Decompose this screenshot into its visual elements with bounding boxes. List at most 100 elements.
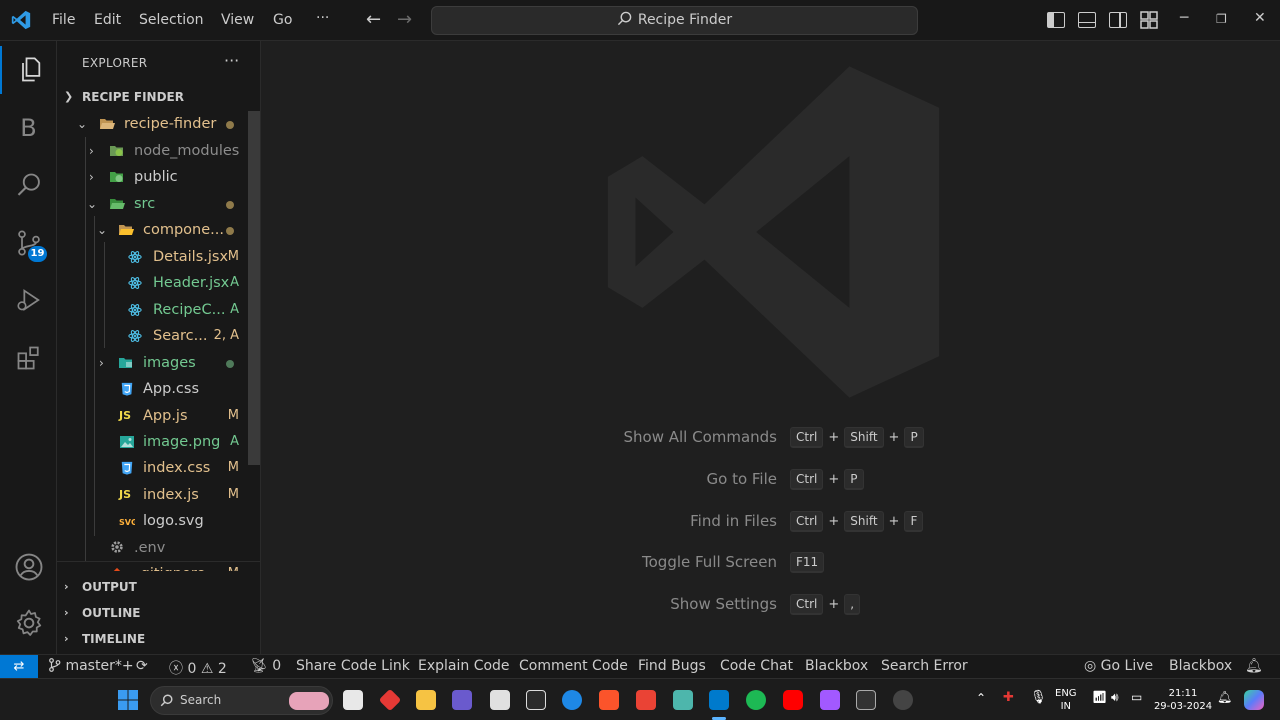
tree-file-logo-svg[interactable]: SVG logo.svg	[57, 508, 247, 534]
toggle-secondary-sidebar-icon[interactable]	[1109, 12, 1127, 28]
node-folder-icon	[110, 146, 123, 156]
code-chat-button[interactable]: Code Chat	[720, 658, 793, 674]
explorer-activity[interactable]	[0, 46, 57, 94]
back-arrow-icon[interactable]: ←	[366, 9, 381, 30]
manage-activity[interactable]	[0, 599, 57, 647]
wifi-icon[interactable]: 📶︎	[1092, 691, 1107, 704]
tree-folder-components[interactable]: ⌄ compone...	[57, 217, 247, 243]
language-indicator[interactable]: ENG IN	[1055, 687, 1077, 713]
sync-changes-icon[interactable]: ⟳	[136, 658, 148, 674]
tray-overflow-chevron-icon[interactable]: ⌃	[976, 692, 986, 705]
restore-icon[interactable]: ❐	[1216, 12, 1227, 26]
settings-app-icon[interactable]	[893, 690, 913, 710]
notion-app-icon[interactable]	[490, 690, 510, 710]
menu-edit[interactable]: Edit	[94, 12, 121, 28]
toggle-primary-sidebar-icon[interactable]	[1047, 12, 1065, 28]
anydesk-app-icon[interactable]	[378, 688, 402, 712]
windows-start-icon[interactable]	[118, 690, 138, 710]
battery-icon[interactable]: ▭	[1131, 691, 1142, 704]
close-icon[interactable]: ✕	[1254, 10, 1266, 26]
tree-folder-recipe-finder[interactable]: ⌄ recipe-finder	[57, 111, 247, 137]
clock[interactable]: 21:11 29-03-2024	[1153, 687, 1213, 713]
store-app-icon[interactable]	[343, 690, 363, 710]
microphone-icon[interactable]: 🎙︎	[1030, 691, 1047, 704]
tray-app-icon[interactable]: ✚	[1003, 691, 1014, 704]
comment-code-button[interactable]: Comment Code	[519, 658, 628, 674]
tree-folder-images[interactable]: › images	[57, 350, 247, 376]
tree-file-index-js[interactable]: JS index.js M	[57, 482, 247, 508]
tree-file-details-jsx[interactable]: Details.jsx M	[57, 244, 247, 270]
notification-icon[interactable]: 🔔︎	[1217, 691, 1232, 704]
taskbar-search-box[interactable]: Search	[150, 686, 333, 715]
vscode-app-icon[interactable]	[709, 690, 729, 710]
figma-app-icon[interactable]	[820, 690, 840, 710]
gmail-app-icon[interactable]	[636, 690, 656, 710]
share-code-link-button[interactable]: Share Code Link	[296, 658, 410, 674]
menu-go[interactable]: Go	[273, 12, 292, 28]
branch-status[interactable]: master*+	[48, 658, 134, 674]
menu-selection[interactable]: Selection	[139, 12, 204, 28]
shortcut-keys: F11	[790, 552, 825, 573]
components-folder-icon	[119, 225, 134, 235]
search-highlight-icon	[289, 692, 329, 710]
chatgpt-app-icon[interactable]	[526, 690, 546, 710]
tree-file-index-css[interactable]: index.css M	[57, 455, 247, 481]
tree-file-header-jsx[interactable]: Header.jsx A	[57, 270, 247, 296]
menu-file[interactable]: File	[52, 12, 75, 28]
source-control-activity[interactable]: 19	[0, 219, 57, 267]
problems-status[interactable]: ⓧ 0 ⚠ 2	[169, 658, 227, 678]
explorer-more-button[interactable]: ···	[224, 51, 239, 70]
tree-file-env[interactable]: .env	[57, 535, 247, 561]
minimize-icon[interactable]: ─	[1180, 10, 1188, 26]
modified-dot-icon	[226, 121, 234, 129]
file-explorer-app-icon[interactable]	[416, 690, 436, 710]
copilot-tray-icon[interactable]	[1244, 690, 1264, 710]
tree-file-gitignore[interactable]: .gitignore M	[57, 561, 247, 571]
blackbox-activity[interactable]: B	[0, 104, 57, 152]
chrome-app-icon[interactable]	[562, 690, 582, 710]
tree-folder-src[interactable]: ⌄ src	[57, 191, 247, 217]
tree-item-name: App.js	[143, 408, 188, 424]
youtube-app-icon[interactable]	[783, 690, 803, 710]
warning-count: 2	[217, 661, 227, 677]
extensions-activity[interactable]	[0, 334, 57, 382]
toggle-panel-icon[interactable]	[1078, 12, 1096, 28]
editor-area[interactable]: Show All Commands Ctrl + Shift + P Go to F…	[261, 41, 1280, 654]
tree-file-search-jsx[interactable]: Searc... 2, A	[57, 323, 247, 349]
copilot-app-icon[interactable]	[452, 690, 472, 710]
explorer-scrollbar[interactable]	[248, 111, 260, 465]
go-live-button[interactable]: ◎ Go Live	[1084, 658, 1153, 674]
terminal-app-icon[interactable]	[856, 690, 876, 710]
spotify-app-icon[interactable]	[746, 690, 766, 710]
accounts-activity[interactable]	[0, 543, 57, 591]
brave-app-icon[interactable]	[599, 690, 619, 710]
menu-view[interactable]: View	[221, 12, 254, 28]
search-activity[interactable]	[0, 161, 57, 209]
search-error-button[interactable]: Search Error	[881, 658, 968, 674]
tree-file-app-css[interactable]: App.css	[57, 376, 247, 402]
explain-code-button[interactable]: Explain Code	[418, 658, 510, 674]
root-folder-header[interactable]: ❯ RECIPE FINDER	[57, 85, 260, 109]
mountain-app-icon[interactable]	[673, 690, 693, 710]
ports-status[interactable]: 📡︎ 0	[250, 658, 281, 674]
blackbox-right-button[interactable]: Blackbox	[1169, 658, 1232, 674]
tree-file-app-js[interactable]: JS App.js M	[57, 403, 247, 429]
blackbox-button[interactable]: Blackbox	[805, 658, 868, 674]
timeline-section-header[interactable]: › TIMELINE	[57, 627, 260, 651]
run-debug-activity[interactable]	[0, 276, 57, 324]
tree-file-recipecard-jsx[interactable]: RecipeC... A	[57, 297, 247, 323]
tree-folder-public[interactable]: › public	[57, 164, 247, 190]
remote-indicator-button[interactable]: ⇄	[0, 655, 38, 679]
output-section-header[interactable]: › OUTPUT	[57, 575, 260, 599]
tree-folder-node-modules[interactable]: › node_modules	[57, 138, 247, 164]
shortcut-keys: Ctrl + ,	[790, 594, 861, 615]
volume-icon[interactable]: 🔊︎	[1111, 691, 1119, 704]
command-center[interactable]: Recipe Finder	[431, 6, 918, 35]
outline-section-header[interactable]: › OUTLINE	[57, 601, 260, 625]
tree-file-image-png[interactable]: image.png A	[57, 429, 247, 455]
customize-layout-icon[interactable]	[1140, 11, 1158, 29]
forward-arrow-icon[interactable]: →	[397, 9, 412, 30]
find-bugs-button[interactable]: Find Bugs	[638, 658, 706, 674]
menu-more-button[interactable]: ···	[316, 10, 329, 26]
notifications-bell-icon[interactable]: 🔔︎	[1245, 658, 1263, 674]
